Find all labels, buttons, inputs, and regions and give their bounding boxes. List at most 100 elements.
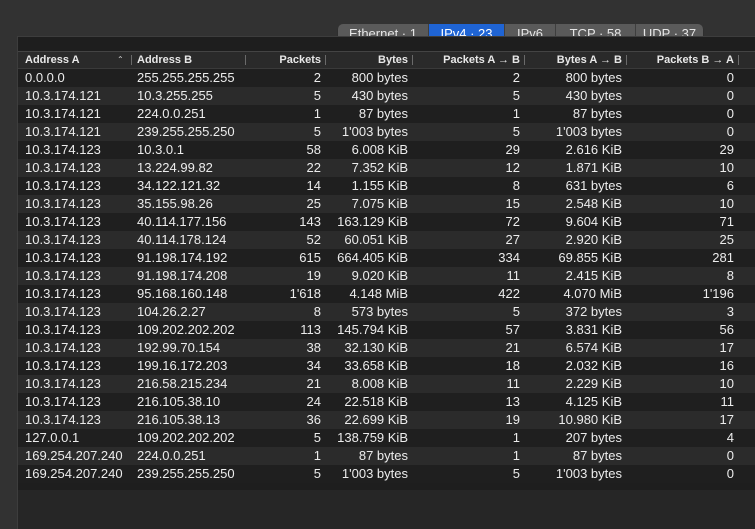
- cell-address-a: 10.3.174.123: [25, 286, 101, 301]
- cell-address-b: 109.202.202.202: [137, 430, 235, 445]
- cell-bytes: 145.794 KiB: [337, 322, 408, 337]
- cell-bytes-a-to-b: 1'003 bytes: [555, 124, 622, 139]
- cell-packets: 24: [306, 394, 321, 409]
- table-row[interactable]: 10.3.174.123 35.155.98.26 25 7.075 KiB 15 2.5…: [18, 195, 755, 213]
- table-row[interactable]: 10.3.174.123 95.168.160.148 1'618 4.148 MiB…: [18, 285, 755, 303]
- cell-packets-a-to-b: 21: [505, 340, 520, 355]
- cell-packets-a-to-b: 1: [512, 448, 520, 463]
- table-row[interactable]: 10.3.174.123 40.114.177.156 143 163.129 KiB…: [18, 213, 755, 231]
- column-divider[interactable]: [738, 55, 739, 65]
- cell-packets-b-to-a: 56: [719, 322, 734, 337]
- cell-address-a: 10.3.174.123: [25, 304, 101, 319]
- cell-packets: 34: [306, 358, 321, 373]
- table-row[interactable]: 127.0.0.1 109.202.202.202 5 138.759 KiB 1 207…: [18, 429, 755, 447]
- cell-packets: 5: [313, 430, 321, 445]
- cell-address-a: 10.3.174.123: [25, 178, 101, 193]
- cell-address-b: 192.99.70.154: [137, 340, 221, 355]
- cell-address-a: 10.3.174.123: [25, 340, 101, 355]
- cell-packets-b-to-a: 0: [726, 448, 734, 463]
- cell-packets: 36: [306, 412, 321, 427]
- table-row[interactable]: 10.3.174.121 224.0.0.251 1 87 bytes 1 87 byte…: [18, 105, 755, 123]
- cell-bytes: 87 bytes: [358, 448, 408, 463]
- column-header-packets-b-to-a[interactable]: Packets B → A: [626, 52, 738, 68]
- column-header-packets[interactable]: Packets: [245, 52, 325, 68]
- sort-ascending-icon[interactable]: ⌃: [117, 52, 124, 68]
- cell-address-b: 40.114.178.124: [137, 232, 227, 247]
- column-divider[interactable]: [131, 55, 132, 65]
- cell-address-a: 10.3.174.123: [25, 214, 101, 229]
- cell-bytes-a-to-b: 2.920 KiB: [565, 232, 622, 247]
- cell-packets-b-to-a: 10: [719, 376, 734, 391]
- cell-packets: 14: [306, 178, 321, 193]
- table-row[interactable]: 10.3.174.123 10.3.0.1 58 6.008 KiB 29 2.616 K…: [18, 141, 755, 159]
- table-row[interactable]: 10.3.174.123 91.198.174.208 19 9.020 KiB 11 2…: [18, 267, 755, 285]
- table-row[interactable]: 10.3.174.123 216.105.38.10 24 22.518 KiB 13 4…: [18, 393, 755, 411]
- cell-bytes-a-to-b: 2.032 KiB: [565, 358, 622, 373]
- cell-packets-a-to-b: 29: [505, 142, 520, 157]
- cell-bytes: 1.155 KiB: [351, 178, 408, 193]
- cell-address-a: 10.3.174.123: [25, 142, 101, 157]
- cell-bytes-a-to-b: 1.871 KiB: [565, 160, 622, 175]
- cell-address-a: 10.3.174.121: [25, 88, 101, 103]
- cell-address-a: 127.0.0.1: [25, 430, 80, 445]
- cell-bytes-a-to-b: 87 bytes: [572, 448, 622, 463]
- cell-packets-b-to-a: 16: [719, 358, 734, 373]
- cell-address-a: 0.0.0.0: [25, 70, 65, 85]
- table-row[interactable]: 10.3.174.123 192.99.70.154 38 32.130 KiB 21 6…: [18, 339, 755, 357]
- table-row[interactable]: 10.3.174.121 10.3.255.255 5 430 bytes 5 430 b…: [18, 87, 755, 105]
- table-row[interactable]: 10.3.174.123 216.105.38.13 36 22.699 KiB 19 1…: [18, 411, 755, 429]
- cell-packets-b-to-a: 281: [712, 250, 734, 265]
- cell-packets: 5: [313, 88, 321, 103]
- cell-packets-b-to-a: 0: [726, 124, 734, 139]
- column-header-packets-a-to-b[interactable]: Packets A → B: [412, 52, 524, 68]
- cell-packets: 19: [306, 268, 321, 283]
- empty-table-area: [18, 490, 755, 529]
- table-row[interactable]: 10.3.174.123 199.16.172.203 34 33.658 KiB 18…: [18, 357, 755, 375]
- cell-bytes: 22.699 KiB: [344, 412, 408, 427]
- table-row[interactable]: 10.3.174.123 104.26.2.27 8 573 bytes 5 372 by…: [18, 303, 755, 321]
- column-header-bytes[interactable]: Bytes: [325, 52, 412, 68]
- cell-packets-a-to-b: 422: [498, 286, 520, 301]
- cell-packets-a-to-b: 27: [505, 232, 520, 247]
- cell-packets-b-to-a: 0: [726, 466, 734, 481]
- cell-bytes: 60.051 KiB: [344, 232, 408, 247]
- table-row[interactable]: 10.3.174.123 34.122.121.32 14 1.155 KiB 8 631…: [18, 177, 755, 195]
- cell-address-b: 95.168.160.148: [137, 286, 228, 301]
- table-row[interactable]: 169.254.207.240 224.0.0.251 1 87 bytes 1 87 b…: [18, 447, 755, 465]
- table-row[interactable]: 0.0.0.0 255.255.255.255 2 800 bytes 2 800 byt…: [18, 69, 755, 87]
- cell-address-b: 224.0.0.251: [137, 448, 206, 463]
- cell-bytes: 664.405 KiB: [337, 250, 408, 265]
- cell-bytes: 4.148 MiB: [349, 286, 408, 301]
- cell-packets: 58: [306, 142, 321, 157]
- cell-bytes: 9.020 KiB: [351, 268, 408, 283]
- cell-bytes: 32.130 KiB: [344, 340, 408, 355]
- table-row[interactable]: 10.3.174.123 109.202.202.202 113 145.794 Ki…: [18, 321, 755, 339]
- cell-packets-a-to-b: 11: [506, 268, 521, 283]
- cell-packets: 52: [306, 232, 321, 247]
- cell-packets-a-to-b: 334: [498, 250, 520, 265]
- column-header-bytes-a-to-b[interactable]: Bytes A → B: [524, 52, 626, 68]
- cell-address-a: 169.254.207.240: [25, 448, 123, 463]
- cell-address-a: 10.3.174.123: [25, 232, 101, 247]
- cell-packets-b-to-a: 0: [726, 88, 734, 103]
- cell-bytes-a-to-b: 4.070 MiB: [563, 286, 622, 301]
- table-row[interactable]: 10.3.174.121 239.255.255.250 5 1'003 bytes 5…: [18, 123, 755, 141]
- cell-packets-b-to-a: 10: [719, 196, 734, 211]
- cell-bytes-a-to-b: 4.125 KiB: [565, 394, 622, 409]
- cell-packets-a-to-b: 12: [505, 160, 520, 175]
- cell-address-a: 10.3.174.123: [25, 250, 101, 265]
- cell-bytes: 7.075 KiB: [351, 196, 408, 211]
- table-row[interactable]: 169.254.207.240 239.255.255.250 5 1'003 byt…: [18, 465, 755, 483]
- table-row[interactable]: 10.3.174.123 13.224.99.82 22 7.352 KiB 12 1.8…: [18, 159, 755, 177]
- cell-packets-b-to-a: 1'196: [702, 286, 734, 301]
- table-row[interactable]: 10.3.174.123 91.198.174.192 615 664.405 KiB…: [18, 249, 755, 267]
- cell-packets: 1: [313, 106, 321, 121]
- table-row[interactable]: 10.3.174.123 216.58.215.234 21 8.008 KiB 11 2…: [18, 375, 755, 393]
- cell-packets-b-to-a: 11: [720, 394, 735, 409]
- cell-packets: 1'618: [289, 286, 321, 301]
- cell-address-b: 10.3.255.255: [137, 88, 213, 103]
- column-header-address-b[interactable]: Address B: [133, 52, 245, 68]
- table-row[interactable]: 10.3.174.123 40.114.178.124 52 60.051 KiB 27…: [18, 231, 755, 249]
- cell-address-b: 216.105.38.10: [137, 394, 221, 409]
- cell-address-b: 216.58.215.234: [137, 376, 228, 391]
